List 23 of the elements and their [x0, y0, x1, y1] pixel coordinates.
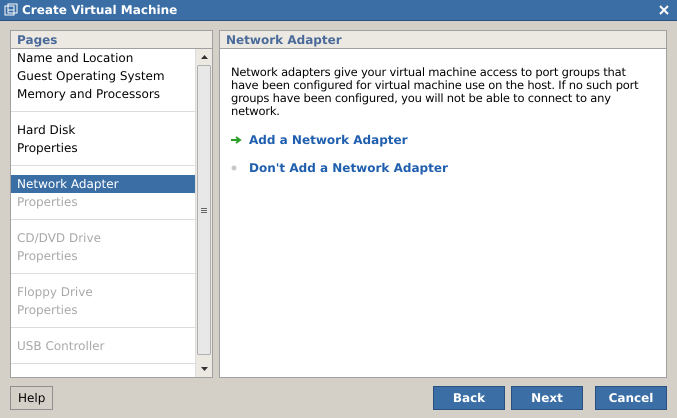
grip-icon: [201, 208, 207, 212]
action-button[interactable]: Next: [511, 386, 583, 410]
window-icon: [4, 3, 18, 17]
scrollbar[interactable]: [195, 49, 212, 377]
page-item[interactable]: Name and Location: [11, 49, 195, 67]
page-item[interactable]: Properties: [11, 139, 195, 157]
panel-title: Network Adapter: [226, 32, 342, 48]
page-item[interactable]: Memory and Processors: [11, 85, 195, 103]
page-item[interactable]: Network Adapter: [11, 175, 195, 193]
scroll-up-icon[interactable]: [200, 55, 208, 59]
panel-title: Pages: [17, 32, 58, 48]
close-icon[interactable]: [659, 5, 669, 15]
help-button[interactable]: Help: [10, 386, 54, 410]
option-link[interactable]: Don't Add a Network Adapter: [249, 159, 448, 177]
page-item[interactable]: Guest Operating System: [11, 67, 195, 85]
window-title: Create Virtual Machine: [22, 2, 178, 19]
scroll-thumb[interactable]: [197, 65, 211, 355]
action-button[interactable]: Cancel: [595, 386, 667, 410]
page-item[interactable]: Hard Disk: [11, 121, 195, 139]
action-button[interactable]: Back: [433, 386, 505, 410]
description-text: Network adapters give your virtual machine access to port groups that have been configured for virtual machine use on the host. If no such port groups have been configured, you will not be able to connect to any network.: [231, 66, 640, 118]
option-link[interactable]: Add a Network Adapter: [249, 131, 408, 149]
scroll-down-icon[interactable]: [200, 367, 208, 371]
